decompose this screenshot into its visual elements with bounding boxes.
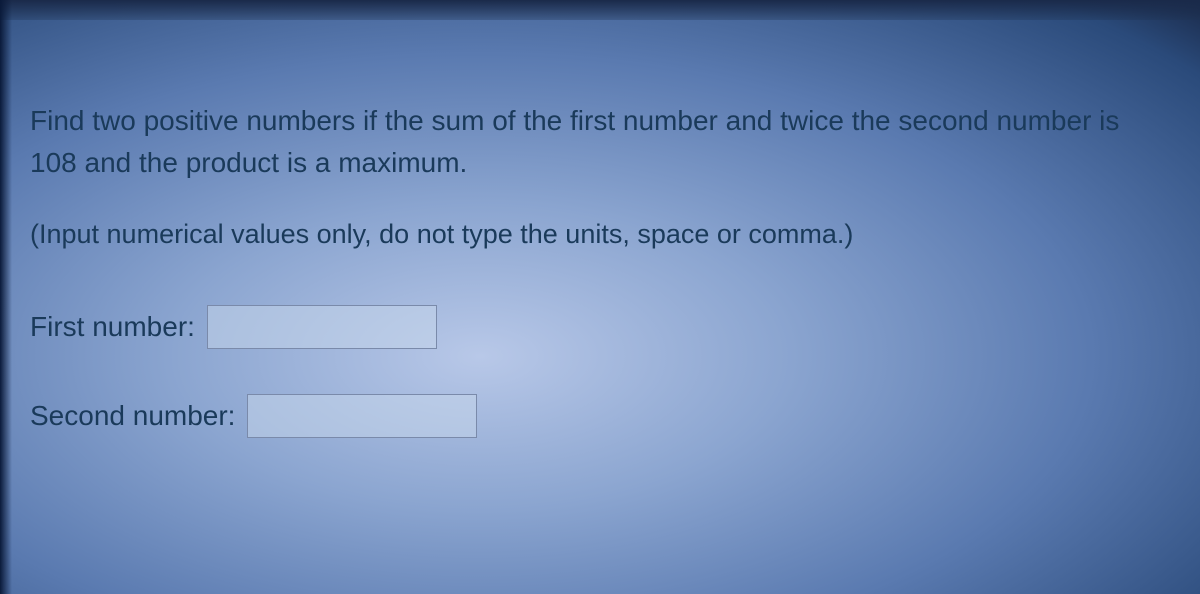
first-number-label: First number: xyxy=(30,311,195,343)
second-number-label: Second number: xyxy=(30,400,235,432)
question-instruction: (Input numerical values only, do not typ… xyxy=(30,214,1170,255)
second-number-row: Second number: xyxy=(30,394,1170,438)
left-border xyxy=(0,0,12,594)
question-content: Find two positive numbers if the sum of … xyxy=(0,0,1200,513)
question-prompt: Find two positive numbers if the sum of … xyxy=(30,100,1170,184)
first-number-row: First number: xyxy=(30,305,1170,349)
top-border xyxy=(0,0,1200,20)
first-number-input[interactable] xyxy=(207,305,437,349)
second-number-input[interactable] xyxy=(247,394,477,438)
